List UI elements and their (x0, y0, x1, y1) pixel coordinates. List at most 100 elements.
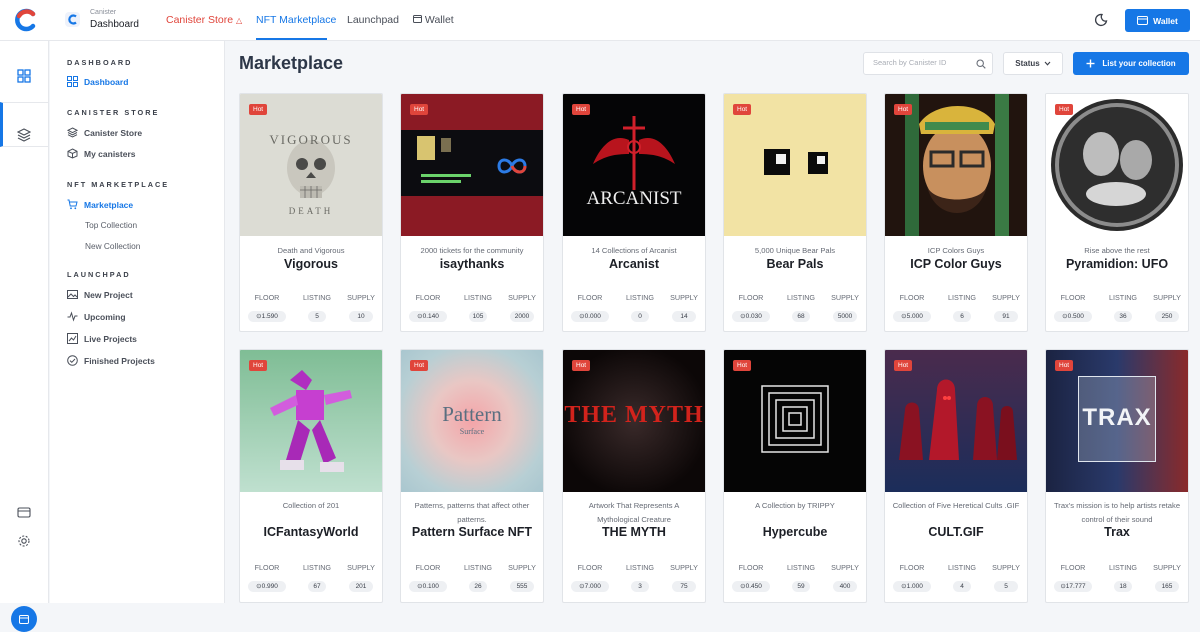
sidebar-item-canister-store[interactable]: Canister Store (67, 127, 142, 138)
collection-card[interactable]: Hot ICP Colors Guys ICP Color Guys FLOOR… (884, 93, 1028, 332)
supply-label: SUPPLY (1153, 563, 1181, 572)
collection-card[interactable]: THE MYTH Hot Artwork That Represents A M… (562, 349, 706, 603)
sidebar-item-new-collection[interactable]: New Collection (85, 241, 140, 251)
collection-image[interactable]: ARCANIST (563, 94, 705, 236)
collection-title[interactable]: Arcanist (565, 257, 703, 271)
wallet-icon[interactable] (17, 505, 31, 519)
collection-image[interactable] (1046, 94, 1188, 236)
activity-icon (67, 311, 78, 322)
search-icon[interactable] (976, 59, 986, 69)
floor-value: ⊙0.140 (409, 311, 447, 322)
collection-image[interactable]: VIGOROUS DEATH (240, 94, 382, 236)
sidebar-item-live-projects[interactable]: Live Projects (67, 333, 137, 344)
supply-label: SUPPLY (670, 563, 698, 572)
collection-image[interactable] (401, 94, 543, 236)
nav-canister-store[interactable]: Canister Store △ (166, 14, 242, 26)
supply-label: SUPPLY (992, 293, 1020, 302)
listing-value: 18 (1114, 581, 1132, 592)
collection-card[interactable]: Hot A Collection by TRIPPY Hypercube FLO… (723, 349, 867, 603)
wallet-icon (413, 15, 422, 23)
hot-badge: Hot (733, 360, 752, 371)
collection-title[interactable]: ICP Color Guys (887, 257, 1025, 271)
grid-icon[interactable] (17, 69, 31, 83)
floor-label: FLOOR (254, 563, 280, 572)
collection-image[interactable]: Pattern Surface (401, 350, 543, 492)
supply-label: SUPPLY (347, 293, 375, 302)
collection-image[interactable] (724, 350, 866, 492)
collection-image[interactable]: TRAX (1046, 350, 1188, 492)
nav-nft-marketplace[interactable]: NFT Marketplace (256, 14, 336, 26)
collection-title[interactable]: Pattern Surface NFT (403, 525, 541, 539)
sidebar-section-dashboard: DASHBOARD (67, 58, 133, 67)
collection-card[interactable]: Hot Rise above the rest Pyramidion: UFO … (1045, 93, 1189, 332)
collection-image[interactable] (885, 350, 1027, 492)
collection-title[interactable]: Hypercube (726, 525, 864, 539)
collection-card[interactable]: TRAX Hot Trax's mission is to help artis… (1045, 349, 1189, 603)
collection-image[interactable]: THE MYTH (563, 350, 705, 492)
sidebar-item-my-canisters[interactable]: My canisters (67, 148, 136, 159)
collection-subtitle: 14 Collections of Arcanist (591, 246, 677, 255)
sidebar-item-new-project[interactable]: New Project (67, 289, 133, 300)
sidebar-item-upcoming[interactable]: Upcoming (67, 311, 126, 322)
collection-subtitle: Collection of 201 (282, 501, 340, 510)
collection-title[interactable]: Bear Pals (726, 257, 864, 271)
collection-image[interactable] (240, 350, 382, 492)
sidebar-section-canister-store: CANISTER STORE (67, 108, 160, 117)
listing-label: LISTING (787, 563, 815, 572)
sidebar-item-label: My canisters (84, 148, 136, 159)
collection-card[interactable]: VIGOROUS DEATH Hot Death and Vigorous Vi… (239, 93, 383, 332)
floor-value: ⊙0.100 (409, 581, 447, 592)
gear-icon[interactable] (17, 534, 31, 548)
supply-label: SUPPLY (992, 563, 1020, 572)
sidebar-item-dashboard[interactable]: Dashboard (67, 76, 128, 87)
supply-label: SUPPLY (831, 563, 859, 572)
collection-card[interactable]: Pattern Surface Hot Patterns, patterns t… (400, 349, 544, 603)
listing-value: 67 (308, 581, 326, 592)
collection-card[interactable]: Hot 2000 tickets for the community isayt… (400, 93, 544, 332)
hot-badge: Hot (249, 360, 268, 371)
account-avatar-button[interactable] (11, 606, 37, 632)
chart-box-icon (67, 333, 78, 344)
supply-label: SUPPLY (347, 563, 375, 572)
listing-label: LISTING (303, 563, 331, 572)
layers-icon[interactable] (17, 128, 31, 142)
app-logo-icon[interactable] (14, 8, 38, 32)
search-input[interactable] (873, 58, 973, 67)
wallet-button[interactable]: Wallet (1125, 9, 1190, 32)
listing-value: 36 (1114, 311, 1132, 322)
nav-wallet[interactable]: Wallet (413, 14, 454, 26)
art-trax: TRAX (1082, 404, 1152, 431)
listing-value: 6 (953, 311, 971, 322)
sidebar-item-top-collection[interactable]: Top Collection (85, 220, 137, 230)
collection-title[interactable]: CULT.GIF (887, 525, 1025, 539)
collection-card[interactable]: Hot Collection of 201 ICFantasyWorld FLO… (239, 349, 383, 603)
status-dropdown[interactable]: Status (1003, 52, 1063, 75)
list-collection-button[interactable]: List your collection (1073, 52, 1189, 75)
floor-value: ⊙0.000 (571, 311, 609, 322)
collection-image[interactable] (885, 94, 1027, 236)
collection-title[interactable]: Vigorous (242, 257, 380, 271)
collection-title[interactable]: isaythanks (403, 257, 541, 271)
brand-logo-icon (65, 12, 80, 27)
sidebar-item-label: Canister Store (84, 127, 143, 138)
wallet-button-label: Wallet (1153, 15, 1178, 26)
collection-card[interactable]: ARCANIST Hot 14 Collections of Arcanist … (562, 93, 706, 332)
supply-label: SUPPLY (1153, 293, 1181, 302)
listing-value: 4 (953, 581, 971, 592)
status-dropdown-label: Status (1015, 59, 1040, 68)
collection-title[interactable]: Pyramidion: UFO (1048, 257, 1186, 271)
nav-launchpad[interactable]: Launchpad (347, 14, 399, 26)
collection-card[interactable]: Hot 5,000 Unique Bear Pals Bear Pals FLO… (723, 93, 867, 332)
collection-card[interactable]: Hot Collection of Five Heretical Cults .… (884, 349, 1028, 603)
collection-image[interactable] (724, 94, 866, 236)
collection-title[interactable]: Trax (1048, 525, 1186, 539)
moon-icon[interactable] (1094, 13, 1108, 27)
listing-value: 26 (469, 581, 487, 592)
sidebar (50, 41, 225, 603)
sidebar-item-finished-projects[interactable]: Finished Projects (67, 355, 155, 366)
collection-subtitle: Rise above the rest (1084, 246, 1150, 255)
collection-title[interactable]: ICFantasyWorld (242, 525, 380, 539)
collection-title[interactable]: THE MYTH (565, 525, 703, 539)
floor-label: FLOOR (577, 293, 603, 302)
sidebar-item-marketplace[interactable]: Marketplace (67, 199, 133, 210)
